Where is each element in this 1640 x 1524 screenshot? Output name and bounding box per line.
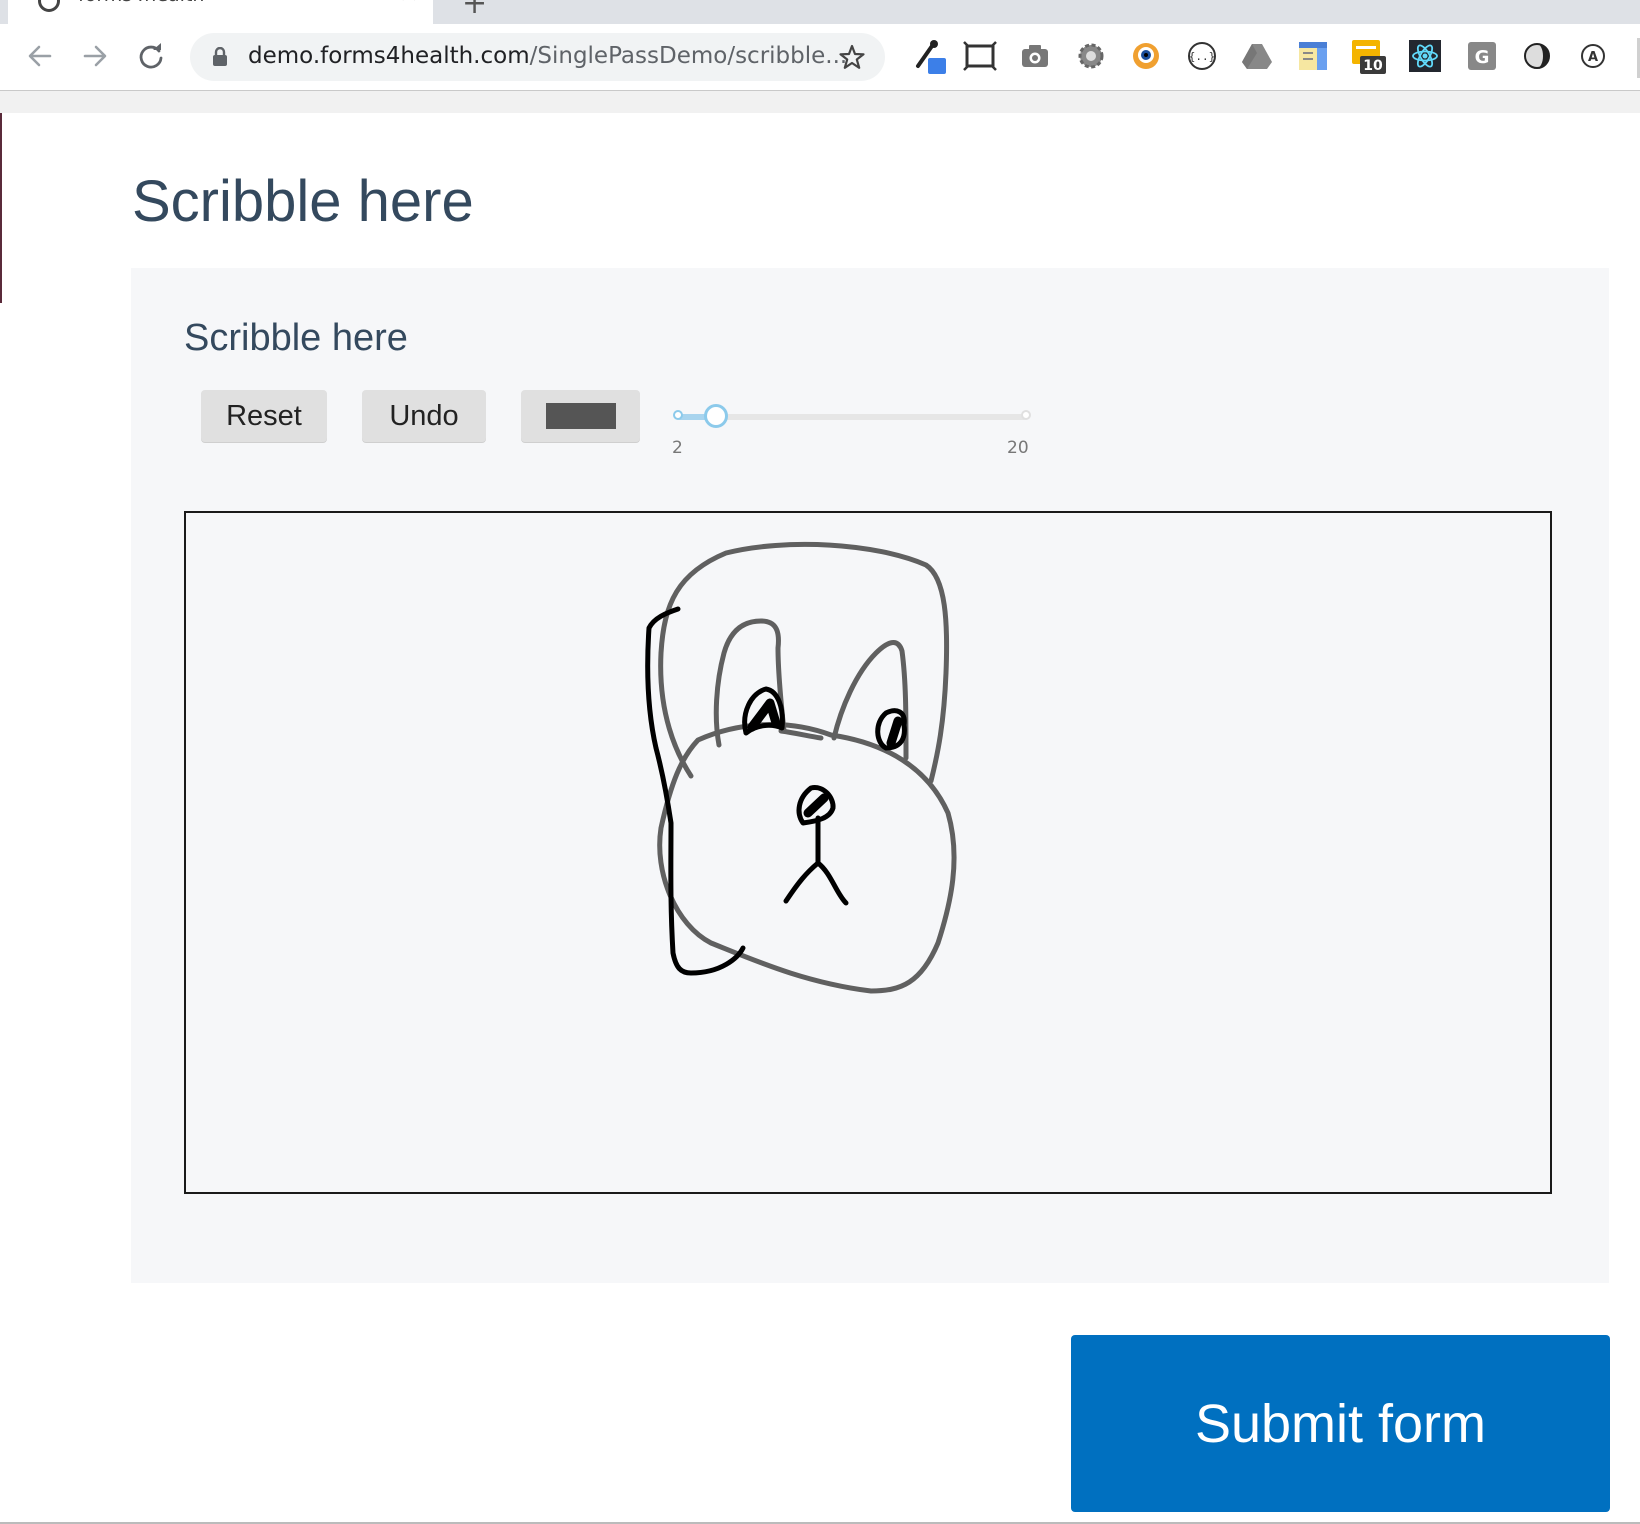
spreadsheet-icon[interactable]	[1293, 36, 1333, 76]
submit-form-button[interactable]: Submit form	[1071, 1335, 1610, 1512]
svg-text:{..}: {..}	[1189, 50, 1216, 63]
grammarly-g-icon[interactable]: G	[1462, 36, 1502, 76]
scribble-canvas[interactable]	[184, 511, 1552, 1194]
eye-icon[interactable]	[1126, 36, 1166, 76]
reset-button[interactable]: Reset	[201, 390, 327, 442]
slider-max-marker	[1021, 410, 1031, 420]
page-title: Scribble here	[132, 169, 474, 234]
forward-button[interactable]	[77, 38, 113, 74]
react-icon[interactable]	[1405, 36, 1445, 76]
undo-button[interactable]: Undo	[362, 390, 486, 442]
stroke-width-slider[interactable]: 2 20	[669, 404, 1031, 464]
nose-fill-stroke	[803, 793, 829, 818]
right-eye-fill-stroke	[886, 716, 903, 748]
drive-icon[interactable]	[1237, 36, 1277, 76]
eyedropper-icon[interactable]	[910, 36, 950, 76]
a-circle-icon[interactable]: A	[1573, 36, 1613, 76]
url-path: /SinglePassDemo/scribble...	[529, 43, 848, 69]
lock-icon	[213, 47, 227, 66]
left-accent-bar	[0, 113, 2, 303]
screenshot-frame-icon[interactable]	[960, 36, 1000, 76]
mouth-left-stroke	[783, 860, 821, 904]
extension-badge: 10	[1363, 58, 1383, 74]
mouth-right-stroke	[815, 860, 849, 906]
forward-arrow-icon	[83, 45, 107, 67]
calendar-icon[interactable]: 10	[1348, 36, 1388, 76]
back-button[interactable]	[22, 38, 58, 74]
address-bar[interactable]: demo.forms4health.com/SinglePassDemo/scr…	[190, 33, 885, 81]
url-text[interactable]: demo.forms4health.com/SinglePassDemo/scr…	[248, 43, 847, 69]
svg-text:G: G	[1475, 47, 1490, 68]
tab-title: forms4health	[78, 0, 204, 6]
bookmark-star-icon[interactable]	[838, 43, 866, 71]
slider-max-label: 20	[1007, 438, 1029, 458]
slider-handle[interactable]	[703, 404, 728, 428]
back-arrow-icon	[28, 45, 52, 67]
browser-toolbar: demo.forms4health.com/SinglePassDemo/scr…	[0, 24, 1640, 91]
camera-icon[interactable]	[1015, 36, 1055, 76]
tab-strip: forms4health × +	[0, 0, 1640, 24]
json-braces-icon[interactable]: {..}	[1182, 36, 1222, 76]
url-host: demo.forms4health.com	[248, 43, 530, 69]
face-circle-stroke	[657, 721, 957, 994]
pen-color-swatch	[545, 403, 616, 429]
gear-icon[interactable]	[1071, 36, 1111, 76]
new-tab-button[interactable]: +	[462, 0, 487, 21]
half-circle-icon[interactable]	[1517, 36, 1557, 76]
svg-text:A: A	[1588, 50, 1598, 65]
site-favicon-icon	[38, 0, 60, 12]
slider-track	[677, 414, 1027, 420]
browser-tab[interactable]: forms4health ×	[8, 0, 433, 24]
slider-min-label: 2	[672, 438, 683, 458]
reload-icon	[139, 43, 163, 69]
scribble-panel: Scribble here Reset Undo 2 20	[131, 268, 1609, 1283]
slider-min-marker	[673, 410, 683, 420]
page-top-band	[0, 91, 1640, 113]
pen-color-button[interactable]	[521, 390, 640, 442]
scribble-label: Scribble here	[184, 317, 408, 359]
reload-button[interactable]	[133, 38, 169, 74]
tab-close-icon[interactable]: ×	[398, 0, 420, 8]
scribble-drawing	[645, 541, 957, 994]
